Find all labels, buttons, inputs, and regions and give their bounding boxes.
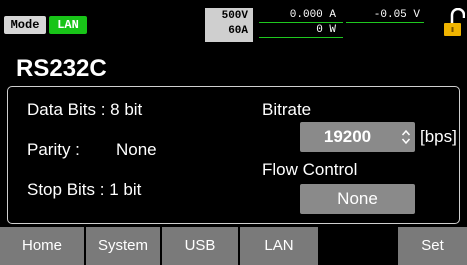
limit-display: 500V 60A [205,8,253,42]
empty-key [320,227,396,265]
parity-value: None [116,140,157,159]
bitrate-unit: [bps] [420,127,457,146]
set-key[interactable]: Set [398,227,467,265]
power-underline [259,37,343,38]
lan-key[interactable]: LAN [240,227,318,265]
rs232c-settings-screen: Mode LAN 500V 60A 0.000 A -0.05 V 0 W RS… [0,0,467,265]
usb-key[interactable]: USB [162,227,238,265]
measured-current: 0.000 A [289,9,336,21]
bitrate-value: 19200 [323,127,372,146]
measured-power: 0 W [316,24,336,36]
system-key[interactable]: System [86,227,160,265]
stop-bits-label: Stop Bits : 1 bit [27,180,142,199]
data-bits-label: Data Bits : 8 bit [27,100,143,119]
home-key[interactable]: Home [0,227,84,265]
measured-voltage: -0.05 V [373,9,420,21]
mode-indicator: Mode [4,16,46,34]
flow-control-selector[interactable]: None [300,184,415,214]
unlock-icon[interactable] [443,8,465,38]
function-key-bar: Home System USB LAN Set [0,227,467,265]
flow-control-label: Flow Control [262,160,358,179]
parity-label: Parity : [27,140,80,159]
voltage-limit: 500V [221,10,248,22]
current-underline [259,22,343,23]
voltage-underline [346,22,424,23]
page-title: RS232C [16,55,107,82]
chevron-up-down-icon [401,129,411,145]
current-limit: 60A [228,25,248,37]
bitrate-label: Bitrate [262,100,312,119]
bitrate-selector[interactable]: 19200 [300,122,415,152]
lan-indicator: LAN [49,16,87,34]
